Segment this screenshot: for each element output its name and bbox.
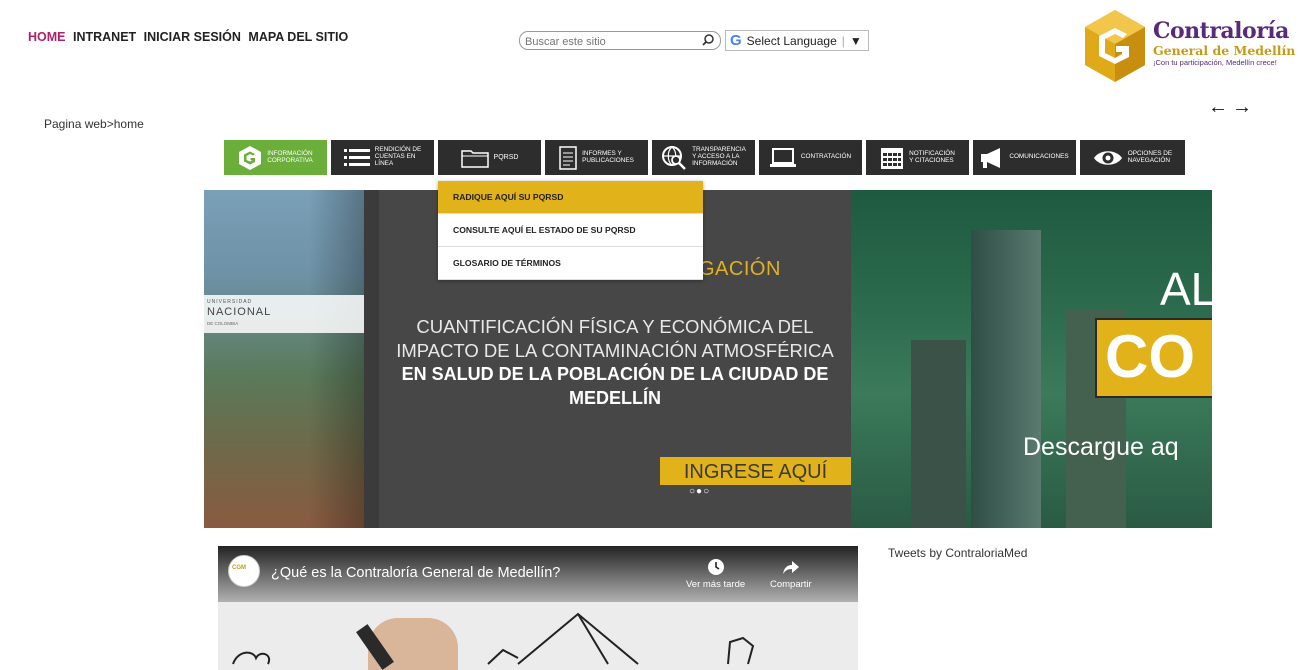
search-input[interactable]: [520, 33, 695, 50]
document-icon: [559, 145, 577, 170]
arrow-left-icon[interactable]: ←: [1208, 96, 1232, 118]
breadcrumb: Pagina web>home: [44, 117, 144, 131]
university-label: UNIVERSIDAD NACIONAL DE COLOMBIA: [204, 295, 364, 333]
nav-label: COMUNICACIONES: [1009, 153, 1069, 161]
building-image: [971, 230, 1041, 528]
language-selector[interactable]: G Select Language | ▼: [725, 30, 869, 51]
logo-tagline: ¡Con tu participación, Medellín crece!: [1153, 58, 1277, 67]
slide-line-4: MEDELLÍN: [569, 388, 661, 408]
slide-line-2: IMPACTO DE LA CONTAMINACIÓN ATMOSFÉRICA: [396, 340, 834, 361]
nav-item-rendicion-de-cuentas[interactable]: RENDICIÓN DE CUENTAS EN LÍNEA: [331, 140, 434, 175]
clock-icon: [707, 559, 724, 575]
nav-item-opciones-navegacion[interactable]: OPCIONES DE NAVEGACIÓN: [1080, 140, 1185, 175]
nav-item-informes[interactable]: INFORMES Y PUBLICACIONES: [545, 140, 648, 175]
nav-label: OPCIONES DE NAVEGACIÓN: [1127, 149, 1173, 164]
nav-item-pqrsd[interactable]: PQRSD: [438, 140, 541, 175]
nav-item-informacion-corporativa[interactable]: INFORMACIÓN CORPORATIVA: [224, 140, 327, 175]
nav-label: INFORMACIÓN CORPORATIVA: [267, 149, 313, 164]
channel-avatar[interactable]: CGM: [228, 555, 260, 587]
logo-brand: Contraloría: [1153, 18, 1289, 44]
slide-next-heading: AL: [1160, 263, 1212, 315]
language-divider: |: [841, 33, 845, 48]
cover-shade: [204, 190, 379, 528]
menu-item-glosario[interactable]: GLOSARIO DE TÉRMINOS: [438, 247, 703, 280]
tweets-link[interactable]: Tweets by ContraloriaMed: [888, 546, 1027, 560]
hero-carousel[interactable]: UNIVERSIDAD NACIONAL DE COLOMBIA GACIÓN …: [204, 190, 1212, 528]
menu-item-radique[interactable]: RADIQUE AQUÍ SU PQRSD: [438, 181, 703, 214]
nav-item-contratacion[interactable]: CONTRATACIÓN: [759, 140, 862, 175]
ingrese-aqui-button[interactable]: INGRESE AQUÍ: [660, 457, 851, 485]
menu-item-consulte[interactable]: CONSULTE AQUÍ EL ESTADO DE SU PQRSD: [438, 214, 703, 247]
video-player[interactable]: CGM ¿Qué es la Contraloría General de Me…: [218, 546, 858, 670]
nav-label: PQRSD: [493, 153, 519, 161]
nav-label: NOTIFICACIÓN Y CITACIONES: [909, 149, 955, 164]
slide-line-3: EN SALUD DE LA POBLACIÓN DE LA CIUDAD DE: [401, 364, 829, 384]
share-button[interactable]: Compartir: [770, 558, 812, 590]
link-iniciar-sesion[interactable]: INICIAR SESIÓN: [144, 30, 241, 44]
language-label: Select Language: [746, 33, 837, 48]
book-cover-image: UNIVERSIDAD NACIONAL DE COLOMBIA: [204, 190, 379, 528]
megaphone-icon: [980, 147, 1004, 169]
link-intranet[interactable]: INTRANET: [73, 30, 136, 44]
nav-label: INFORMES Y PUBLICACIONES: [582, 149, 634, 164]
arrow-right-icon[interactable]: →: [1232, 96, 1256, 118]
uni-sub: DE COLOMBIA: [207, 321, 239, 326]
chevron-down-icon: ▼: [849, 33, 862, 48]
video-title[interactable]: ¿Qué es la Contraloría General de Medell…: [271, 565, 560, 581]
nav-label: RENDICIÓN DE CUENTAS EN LÍNEA: [374, 146, 422, 167]
contraloria-logo[interactable]: Contraloría General de Medellín ¡Con tu …: [1083, 8, 1295, 84]
book-spine: [364, 190, 379, 528]
laptop-icon: [769, 147, 796, 169]
search-box: [519, 31, 721, 50]
share-icon: [782, 561, 799, 574]
nav-label: TRANSPARENCIA Y ACCESO A LA INFORMACIÓN: [692, 146, 746, 167]
logo-subtitle: General de Medellín: [1153, 43, 1296, 58]
globe-search-icon: [661, 145, 687, 171]
search-icon[interactable]: [701, 33, 715, 47]
history-arrows: ←→: [1208, 96, 1256, 119]
slide-next-text: Descargue aq: [1023, 433, 1179, 461]
uni-name: NACIONAL: [207, 306, 272, 318]
main-nav: INFORMACIÓN CORPORATIVA RENDICIÓN DE CUE…: [224, 140, 1185, 175]
slide-next: AL CO Descargue aq: [851, 190, 1212, 528]
uni-small-text: UNIVERSIDAD: [207, 299, 253, 305]
watch-later-button[interactable]: Ver más tarde: [686, 558, 745, 590]
building-image: [911, 340, 966, 528]
contraloria-logo-icon: [238, 145, 262, 171]
contraloria-logo-icon: [1085, 10, 1145, 82]
nav-item-notificacion[interactable]: NOTIFICACIÓN Y CITACIONES: [866, 140, 969, 175]
slide-line-1: CUANTIFICACIÓN FÍSICA Y ECONÓMICA DEL: [416, 316, 814, 337]
folder-icon: [460, 148, 489, 168]
eye-icon: [1093, 148, 1123, 168]
pqrsd-dropdown: RADIQUE AQUÍ SU PQRSD CONSULTE AQUÍ EL E…: [438, 181, 703, 280]
link-home[interactable]: HOME: [28, 30, 66, 44]
nav-item-comunicaciones[interactable]: COMUNICACIONES: [973, 140, 1076, 175]
nav-label: CONTRATACIÓN: [800, 153, 852, 161]
calendar-icon: [880, 146, 904, 170]
google-icon: G: [730, 32, 742, 49]
top-links: HOME INTRANET INICIAR SESIÓN MAPA DEL SI…: [28, 30, 352, 44]
slide-next-badge: CO: [1095, 318, 1212, 398]
carousel-dots[interactable]: ○●○: [689, 486, 710, 497]
share-label: Compartir: [770, 579, 812, 590]
link-mapa-del-sitio[interactable]: MAPA DEL SITIO: [248, 30, 348, 44]
watch-later-label: Ver más tarde: [686, 579, 746, 590]
slide-next-badge-text: CO: [1105, 323, 1195, 390]
slide-heading: GACIÓN: [699, 258, 781, 280]
avatar-text: CGM: [232, 565, 246, 571]
nav-item-transparencia[interactable]: TRANSPARENCIA Y ACCESO A LA INFORMACIÓN: [652, 140, 755, 175]
list-icon: [343, 147, 370, 169]
